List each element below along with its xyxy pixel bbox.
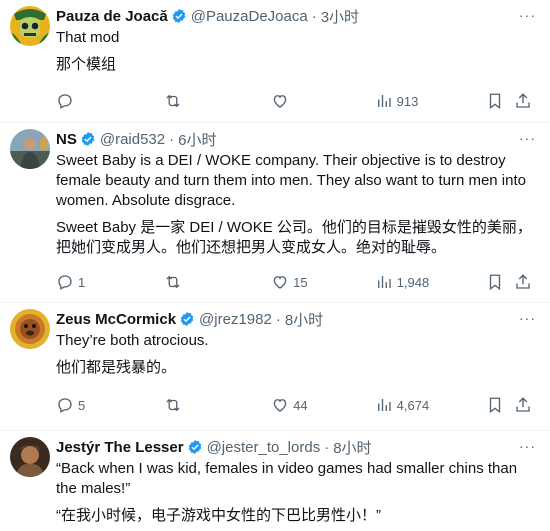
retweet-button[interactable]	[164, 92, 272, 110]
bookmark-button[interactable]	[486, 273, 514, 291]
view-count: 4,674	[396, 397, 430, 413]
retweet-icon	[166, 275, 180, 289]
bookmark-icon	[490, 93, 501, 110]
views-button[interactable]: 913	[375, 92, 487, 110]
views-chart-icon	[377, 399, 391, 411]
author-handle[interactable]: @raid532	[100, 131, 165, 148]
heart-icon	[273, 276, 287, 289]
like-button[interactable]: 15	[271, 273, 375, 291]
bookmark-button[interactable]	[486, 92, 514, 110]
tweet-translation: 那个模组	[56, 56, 117, 73]
tweet-translation: 他们都是残暴的。	[56, 359, 177, 376]
tweet-text: Sweet Baby is a DEI / WOKE company. Thei…	[56, 151, 534, 258]
author-name[interactable]: Pauza de Joacă	[56, 8, 168, 25]
reply-icon	[58, 94, 72, 109]
tweet-translation: Sweet Baby 是一家 DEI / WOKE 公司。他们的目标是摧毁女性的…	[56, 219, 532, 256]
timestamp[interactable]: 8小时	[285, 309, 323, 330]
bookmark-icon	[490, 397, 501, 414]
warrior-avatar-icon	[10, 437, 50, 477]
share-button[interactable]	[514, 92, 534, 110]
tweet-text: They’re both atrocious. 他们都是残暴的。	[56, 331, 534, 378]
timestamp[interactable]: 8小时	[333, 437, 371, 458]
author-handle[interactable]: @PauzaDeJoaca	[191, 8, 308, 25]
tweet-actions: 5 44 4,674	[56, 395, 534, 415]
tweet-translation: “在我小时候，电子游戏中女性的下巴比男性小！”	[56, 507, 381, 524]
like-count: 15	[293, 274, 308, 290]
view-count: 1,948	[396, 274, 430, 290]
views-button[interactable]: 1,948	[375, 273, 487, 291]
verified-badge-icon	[180, 312, 194, 326]
skull-avatar-icon	[10, 6, 50, 46]
timestamp[interactable]: 3小时	[321, 6, 359, 27]
retweet-button[interactable]	[164, 396, 272, 414]
author-name[interactable]: Jestýr The Lesser	[56, 439, 184, 456]
view-count: 913	[396, 93, 419, 109]
views-chart-icon	[377, 276, 391, 288]
bookmark-button[interactable]	[486, 396, 514, 414]
more-options-icon[interactable]: ···	[519, 131, 536, 145]
share-button[interactable]	[514, 273, 534, 291]
share-icon	[516, 93, 530, 108]
tweet-text-line: That mod	[56, 29, 120, 46]
reply-count: 5	[78, 397, 86, 413]
author-handle[interactable]: @jrez1982	[199, 311, 272, 328]
reply-icon	[58, 398, 72, 413]
share-icon	[516, 274, 530, 289]
reply-icon	[58, 275, 72, 290]
views-button[interactable]: 4,674	[375, 396, 487, 414]
retweet-icon	[166, 398, 180, 412]
avatar[interactable]	[10, 6, 50, 46]
tweet-text-line: Sweet Baby is a DEI / WOKE company. Thei…	[56, 152, 526, 209]
separator: ·	[275, 310, 281, 328]
avatar[interactable]	[10, 129, 50, 169]
more-options-icon[interactable]: ···	[519, 8, 536, 22]
tweet-feed: Pauza de Joacă @PauzaDeJoaca · 3小时 ··· T…	[0, 0, 550, 531]
like-count: 44	[293, 397, 308, 413]
separator: ·	[311, 7, 317, 25]
heart-icon	[273, 399, 287, 412]
tweet[interactable]: Zeus McCormick @jrez1982 · 8小时 ··· They’…	[0, 303, 550, 431]
views-chart-icon	[377, 95, 391, 107]
like-button[interactable]	[271, 92, 375, 110]
tweet-text: That mod 那个模组	[56, 28, 534, 75]
dog-avatar-icon	[10, 309, 50, 349]
tweet-actions: 1 15 1,948	[56, 272, 534, 292]
tweet-text: “Back when I was kid, females in video g…	[56, 459, 534, 526]
reply-button[interactable]: 1	[56, 273, 164, 291]
author-name[interactable]: NS	[56, 131, 77, 148]
tweet-text-line: “Back when I was kid, females in video g…	[56, 460, 518, 497]
heart-icon	[273, 95, 287, 108]
like-button[interactable]: 44	[271, 396, 375, 414]
author-handle[interactable]: @jester_to_lords	[207, 439, 321, 456]
avatar[interactable]	[10, 309, 50, 349]
retweet-icon	[166, 94, 180, 108]
reply-count: 1	[78, 274, 86, 290]
tweet-text-line: They’re both atrocious.	[56, 332, 209, 349]
author-name[interactable]: Zeus McCormick	[56, 311, 176, 328]
verified-badge-icon	[188, 440, 201, 454]
person-avatar-icon	[10, 129, 50, 169]
separator: ·	[169, 130, 175, 148]
verified-badge-icon	[81, 132, 95, 146]
retweet-button[interactable]	[164, 273, 272, 291]
verified-badge-icon	[172, 9, 186, 23]
separator: ·	[324, 438, 330, 456]
avatar[interactable]	[10, 437, 50, 477]
reply-button[interactable]: 5	[56, 396, 164, 414]
more-options-icon[interactable]: ···	[519, 439, 536, 453]
bookmark-icon	[490, 274, 501, 291]
tweet[interactable]: Jestýr The Lesser @jester_to_lords · 8小时…	[0, 431, 550, 531]
share-button[interactable]	[514, 396, 534, 414]
tweet-actions: 913	[56, 91, 534, 111]
timestamp[interactable]: 6小时	[178, 129, 216, 150]
tweet[interactable]: Pauza de Joacă @PauzaDeJoaca · 3小时 ··· T…	[0, 0, 550, 123]
tweet[interactable]: NS @raid532 · 6小时 ··· Sweet Baby is a DE…	[0, 123, 550, 303]
share-icon	[516, 397, 530, 412]
more-options-icon[interactable]: ···	[519, 311, 536, 325]
reply-button[interactable]	[56, 92, 164, 110]
